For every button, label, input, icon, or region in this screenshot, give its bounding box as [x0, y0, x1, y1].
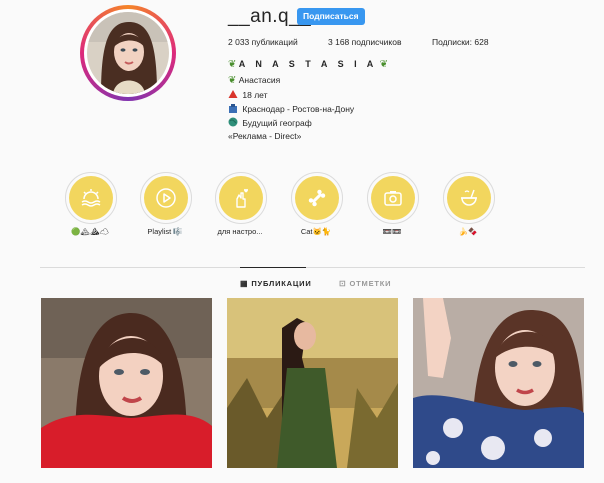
post-3[interactable]: [413, 298, 584, 468]
bio-line: Краснодар - Ростов-на-Дону: [228, 103, 354, 114]
grid-icon: ▦: [240, 279, 249, 288]
highlight-6-label: 🍌🍫: [458, 227, 478, 236]
post-photo: [227, 298, 398, 468]
camera-icon: [384, 191, 402, 206]
profile-avatar[interactable]: [80, 5, 176, 101]
sun-sea-icon: [81, 189, 101, 207]
highlight-4[interactable]: [291, 172, 343, 224]
highlight-5[interactable]: [367, 172, 419, 224]
highlight-6[interactable]: [443, 172, 495, 224]
bio-line: ❦ Анастасия: [228, 75, 281, 86]
highlight-5-label: 📼📼: [382, 227, 402, 236]
followers-count[interactable]: 3 168 подписчиков: [328, 37, 401, 47]
leaf-icon: ❦: [379, 59, 389, 70]
post-1[interactable]: [41, 298, 212, 468]
tag-icon: ⊡: [339, 279, 347, 288]
leaf-icon: ❦: [228, 59, 237, 70]
red-triangle-icon: [228, 89, 238, 99]
play-icon: [156, 188, 176, 208]
leaf-icon: ❦: [228, 75, 237, 86]
highlight-4-label: Cat🐱🐈: [300, 227, 332, 236]
follow-button[interactable]: Подписаться: [297, 8, 365, 25]
highlight-1-label: 🟢🏔⛰☁: [71, 227, 109, 236]
avatar-photo: [87, 12, 169, 94]
following-count[interactable]: Подписки: 628: [432, 37, 489, 47]
globe-icon: [228, 117, 238, 127]
highlight-1[interactable]: [65, 172, 117, 224]
bone-icon: [308, 189, 326, 207]
tab-posts[interactable]: ▦ ПУБЛИКАЦИИ: [240, 279, 312, 288]
tabs-divider: [40, 267, 585, 268]
finger-heart-icon: [236, 188, 248, 208]
posts-count: 2 033 публикаций: [228, 37, 298, 47]
highlight-2[interactable]: [140, 172, 192, 224]
bio-name: A N A S T A S I A: [238, 59, 378, 69]
bio-line: 18 лет: [228, 89, 268, 100]
coconut-icon: [461, 189, 477, 206]
highlight-2-label: Playlist 🎼: [147, 227, 183, 236]
active-tab-indicator: [240, 267, 306, 268]
bio-line: Будущий географ: [228, 117, 312, 128]
tab-tagged[interactable]: ⊡ ОТМЕТКИ: [339, 279, 391, 288]
highlight-3-label: для настро...: [217, 227, 263, 236]
highlight-3[interactable]: [215, 172, 267, 224]
bio-name-line: ❦ A N A S T A S I A ❦: [228, 59, 388, 70]
post-2[interactable]: [227, 298, 398, 468]
city-icon: [228, 103, 238, 113]
bio-line: «Реклама - Direct»: [228, 131, 302, 141]
post-photo: [413, 298, 584, 468]
post-photo: [41, 298, 212, 468]
